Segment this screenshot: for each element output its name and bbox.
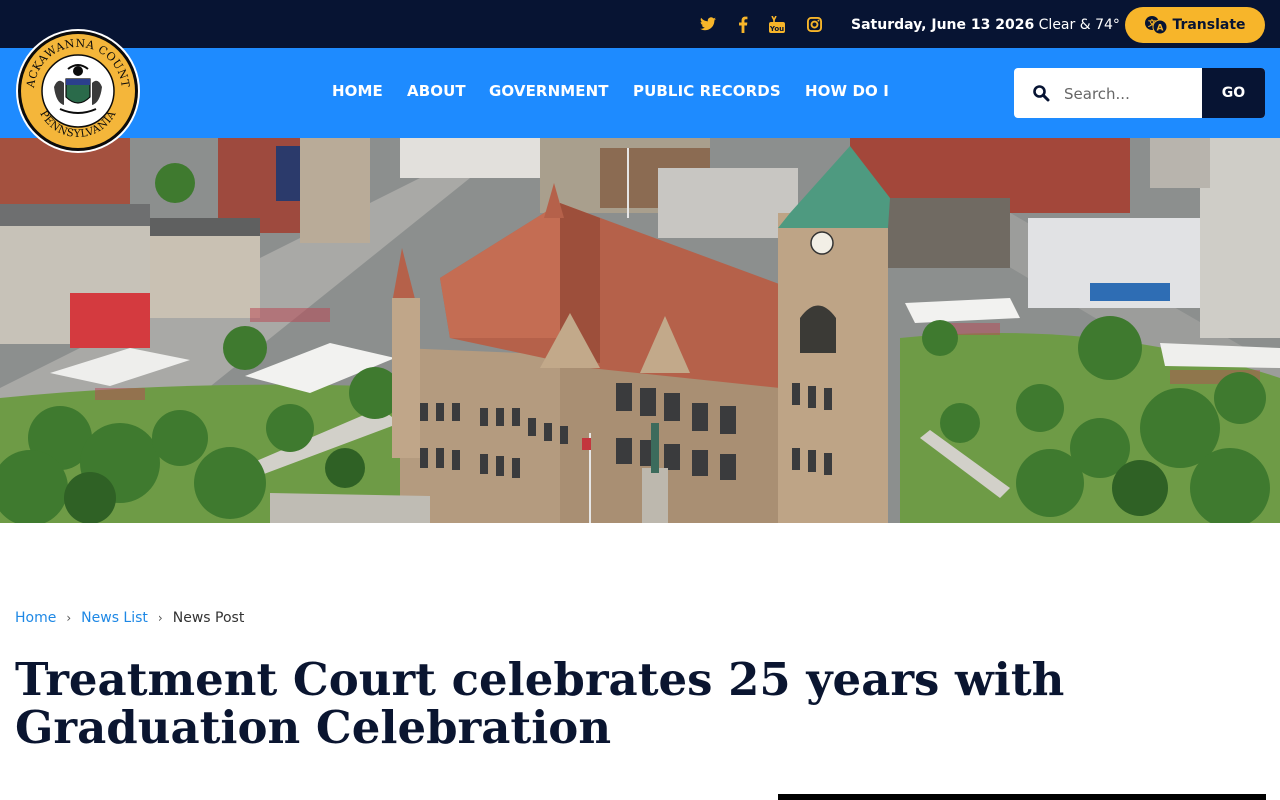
translate-icon: 文 A bbox=[1144, 15, 1168, 35]
nav-public-records[interactable]: PUBLIC RECORDS bbox=[633, 80, 781, 102]
svg-text:A: A bbox=[1157, 24, 1164, 34]
breadcrumb-news-list[interactable]: News List bbox=[81, 609, 148, 627]
hero-aerial-photo bbox=[0, 138, 1280, 523]
current-date: Saturday, June 13 2026 bbox=[851, 17, 1035, 33]
breadcrumb-home[interactable]: Home bbox=[15, 609, 56, 627]
nav-about[interactable]: ABOUT bbox=[407, 80, 466, 102]
weather-text: Clear & 74° bbox=[1038, 17, 1120, 33]
top-bar: You Saturday, June 13 2026 Clear & 74° 文… bbox=[0, 0, 1280, 48]
page-title: Treatment Court celebrates 25 years with… bbox=[15, 653, 1065, 754]
instagram-icon[interactable] bbox=[804, 14, 824, 34]
nav-home[interactable]: HOME bbox=[332, 80, 383, 102]
chevron-right-icon: › bbox=[66, 611, 72, 625]
translate-button[interactable]: 文 A Translate bbox=[1125, 7, 1265, 43]
county-seal-logo[interactable]: LACKAWANNA COUNTY PENNSYLVANIA bbox=[16, 29, 140, 153]
svg-text:You: You bbox=[769, 25, 784, 33]
youtube-icon[interactable]: You bbox=[767, 14, 787, 34]
breadcrumb-current: News Post bbox=[172, 610, 245, 626]
search-input[interactable] bbox=[1062, 68, 1206, 118]
breadcrumb: Home › News List › News Post bbox=[15, 609, 244, 627]
nav-government[interactable]: GOVERNMENT bbox=[489, 80, 609, 102]
nav-how-do-i[interactable]: HOW DO I bbox=[805, 80, 889, 102]
chevron-right-icon: › bbox=[157, 611, 163, 625]
date-weather: Saturday, June 13 2026 Clear & 74° bbox=[851, 15, 1120, 35]
search-icon bbox=[1032, 84, 1050, 102]
twitter-icon[interactable] bbox=[698, 14, 718, 34]
facebook-icon[interactable] bbox=[733, 14, 753, 34]
search-go-button[interactable]: GO bbox=[1202, 68, 1265, 118]
translate-label: Translate bbox=[1172, 17, 1246, 33]
article-media-frame bbox=[778, 794, 1266, 800]
search-box: GO bbox=[1014, 68, 1265, 118]
